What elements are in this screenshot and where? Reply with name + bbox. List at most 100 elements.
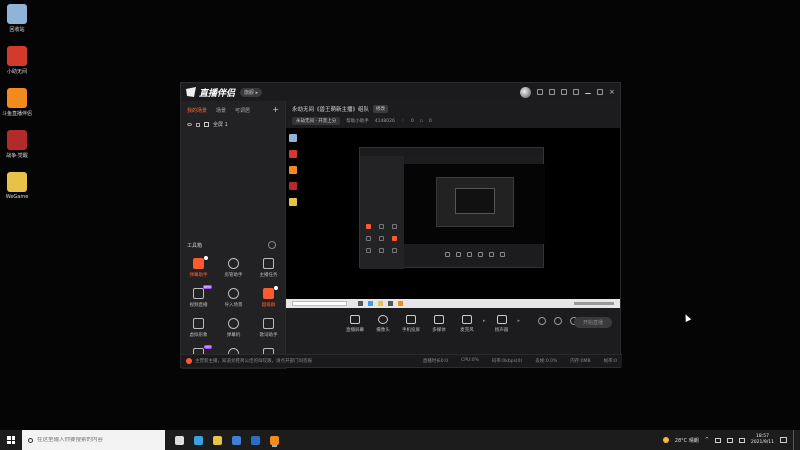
minimize-icon[interactable] xyxy=(585,90,591,94)
task-view-icon[interactable] xyxy=(175,435,184,445)
mouse-cursor xyxy=(682,313,692,322)
start-button[interactable] xyxy=(2,430,20,450)
mic-button[interactable]: 麦克风 xyxy=(455,315,479,333)
record-icon[interactable] xyxy=(538,317,547,325)
control-label: 多媒体 xyxy=(432,328,446,333)
scene-panel: 我的场景 场景 可调居 + 全屏 1 工具箱 弹幕助手 房管助手 主播任务 NEW 视频直播 导… xyxy=(181,101,286,369)
camera-icon xyxy=(378,315,388,324)
desktop-icon[interactable]: 战争·觉醒 xyxy=(2,130,32,159)
speaker-button[interactable]: 扬声器 xyxy=(490,315,514,333)
tool-icon xyxy=(193,258,204,269)
stat-item: 内存:0MB xyxy=(570,359,591,364)
desktop-icon-label: 小助无间 xyxy=(6,69,27,75)
camera-button[interactable]: 摄像头 xyxy=(371,315,395,333)
live-preview[interactable] xyxy=(286,128,620,308)
edge-icon[interactable] xyxy=(194,435,203,445)
window-titlebar: 直播伴侣 旗舰 ▸ × xyxy=(181,83,620,101)
category-selector[interactable]: 永劫无间 · 开黑上分 xyxy=(292,117,341,125)
douyu-icon[interactable] xyxy=(270,435,279,445)
mic-icon xyxy=(462,315,472,324)
taskbar-search[interactable] xyxy=(22,430,165,450)
avatar[interactable] xyxy=(520,86,531,98)
chevron-right-icon[interactable]: ▸ xyxy=(483,318,486,324)
app-logo: 直播伴侣 xyxy=(186,86,235,99)
start-live-button[interactable]: 开始直播 xyxy=(574,317,612,328)
weather-icon[interactable] xyxy=(662,437,669,443)
version-badge[interactable]: 旗舰 ▸ xyxy=(240,87,263,97)
desktop-icon-label: WeGame xyxy=(5,194,29,200)
lock-icon[interactable] xyxy=(196,122,200,127)
stat-item: 帧率:0 xyxy=(603,359,617,364)
notice-text[interactable]: 主营新主播，知道兑鞋简公佳的叫咬跟，请点开部门叫签报 xyxy=(195,358,312,364)
explorer-icon[interactable] xyxy=(213,435,222,445)
close-icon[interactable]: × xyxy=(609,89,615,96)
tab-scene-2[interactable]: 可调居 xyxy=(235,107,250,114)
control-label: 扬声器 xyxy=(494,328,509,333)
more-icon[interactable] xyxy=(268,241,276,249)
tool-item[interactable]: 主播任务 xyxy=(251,258,286,278)
chevron-right-icon[interactable]: ▸ xyxy=(518,318,521,324)
desktop-icon[interactable]: 回收站 xyxy=(2,4,32,33)
media-button[interactable]: 多媒体 xyxy=(427,315,451,333)
desktop-icon[interactable]: 小助无间 xyxy=(2,46,32,75)
menu-icon[interactable] xyxy=(573,89,579,95)
clock[interactable]: 18:57 2021/9/11 xyxy=(751,434,774,446)
screen-button[interactable]: 直播屏幕 xyxy=(343,315,367,333)
stat-item: CPU:0% xyxy=(461,358,479,363)
mail-icon[interactable] xyxy=(251,435,260,445)
search-icon xyxy=(28,437,33,443)
tool-item[interactable]: 弹幕助手 xyxy=(181,256,216,278)
tool-icon xyxy=(228,288,239,299)
search-input[interactable] xyxy=(37,437,157,443)
show-desktop-button[interactable] xyxy=(793,430,796,450)
nested-window-preview xyxy=(359,147,545,269)
wegame-icon xyxy=(7,172,27,192)
edit-title-button[interactable]: 修改 xyxy=(373,105,389,113)
add-scene-button[interactable]: + xyxy=(272,106,279,114)
message-icon[interactable] xyxy=(537,89,543,95)
notification-icon[interactable] xyxy=(780,437,787,443)
stat-item: 码率:0kbps(0) xyxy=(491,359,523,364)
tool-item[interactable]: NEW 视频直播 xyxy=(181,285,216,308)
notification-dot xyxy=(274,286,278,290)
weather-text[interactable]: 28°C 晴朗 xyxy=(675,437,699,444)
volume-icon[interactable] xyxy=(726,437,733,443)
tool-item[interactable]: 虚拟形象 xyxy=(181,318,216,338)
fullscreen-icon xyxy=(204,122,209,127)
room-label: 帮助小助手 xyxy=(346,119,369,124)
tool-icon xyxy=(263,288,274,299)
control-label: 摄像头 xyxy=(376,328,390,333)
chevron-up-icon[interactable]: ^ xyxy=(705,437,709,443)
tool-icon xyxy=(193,318,204,329)
tab-scene-0[interactable]: 我的场景 xyxy=(187,107,207,114)
control-label: 直播屏幕 xyxy=(346,328,364,333)
clock-icon[interactable] xyxy=(554,317,563,325)
scene-item[interactable]: 全屏 1 xyxy=(181,118,285,131)
tool-icon xyxy=(193,288,204,299)
speaker-icon xyxy=(496,315,507,324)
tab-scene-1[interactable]: 场景 xyxy=(216,107,226,114)
tool-item[interactable]: 歌词助手 xyxy=(251,318,286,338)
tool-item[interactable]: 超级群 xyxy=(251,286,286,308)
preview-taskbar xyxy=(286,299,620,308)
mail-icon[interactable] xyxy=(549,89,555,95)
desktop-icon[interactable]: WeGame xyxy=(2,172,32,200)
tool-item[interactable]: 房管助手 xyxy=(216,258,251,278)
tool-label: 视频直播 xyxy=(189,303,208,308)
tool-label: 虚拟形象 xyxy=(189,333,208,338)
maximize-icon[interactable] xyxy=(597,89,603,95)
store-icon[interactable] xyxy=(232,435,241,445)
gift-icon[interactable] xyxy=(561,89,567,95)
tool-item[interactable]: 弹幕机 xyxy=(216,318,251,338)
input-method-icon[interactable] xyxy=(738,437,745,443)
douyu-icon xyxy=(7,88,27,108)
desktop-icon[interactable]: 斗鱼直播伴侣 xyxy=(2,88,32,117)
tool-item[interactable]: 导入场景 xyxy=(216,288,251,308)
phone-button[interactable]: 手机投屏 xyxy=(399,315,423,333)
eye-icon[interactable] xyxy=(187,123,192,126)
network-icon[interactable] xyxy=(714,437,721,443)
app-name: 直播伴侣 xyxy=(199,88,236,99)
tool-label: 主播任务 xyxy=(259,273,278,278)
like-count: 0 xyxy=(410,118,414,124)
desktop-icon-label: 回收站 xyxy=(9,27,25,33)
